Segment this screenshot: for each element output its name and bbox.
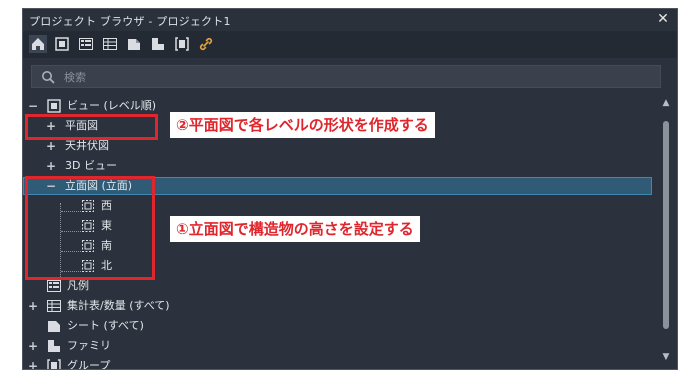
view-frame-icon[interactable]	[53, 35, 71, 53]
tree-label: ファミリ	[67, 339, 111, 352]
sheet-icon[interactable]	[125, 35, 143, 53]
highlight-box-elevations	[25, 176, 155, 280]
family-icon[interactable]	[149, 35, 167, 53]
sheet-icon	[48, 321, 60, 332]
tree-label: シート (すべて)	[67, 319, 144, 332]
tree-label: ビュー (レベル順)	[67, 99, 157, 112]
scroll-down-icon[interactable]: ▼	[659, 351, 673, 363]
tree-label: 集計表/数量 (すべて)	[67, 299, 170, 312]
window-title: プロジェクト ブラウザ - プロジェクト1	[29, 15, 231, 28]
toolbar	[23, 31, 677, 58]
callout-floor-plan: ②平面図で各レベルの形状を作成する	[170, 112, 435, 138]
expand-toggle[interactable]: +	[27, 337, 39, 355]
callout-elevations: ①立面図で構造物の高さを設定する	[170, 216, 420, 242]
group-icon	[47, 359, 61, 369]
vertical-scrollbar[interactable]: ▲ ▼	[659, 95, 673, 365]
view-frame-icon	[47, 99, 61, 113]
tree-label: 3D ビュー	[65, 159, 117, 172]
expand-toggle[interactable]: +	[27, 297, 39, 315]
title-bar[interactable]: プロジェクト ブラウザ - プロジェクト1 ✕	[23, 9, 677, 31]
search-box	[31, 65, 661, 88]
legend-icon	[47, 280, 61, 292]
close-icon[interactable]: ✕	[655, 11, 671, 27]
scroll-thumb[interactable]	[663, 121, 669, 329]
tree-item-groups[interactable]: + グループ	[23, 357, 652, 369]
link-icon[interactable]	[197, 35, 215, 53]
schedule-icon[interactable]	[101, 35, 119, 53]
expand-toggle[interactable]: +	[27, 357, 39, 369]
schedule-icon	[47, 300, 61, 312]
tree-item-sheets[interactable]: シート (すべて)	[23, 317, 652, 335]
group-icon[interactable]	[173, 35, 191, 53]
tree-item-3d-view[interactable]: + 3D ビュー	[23, 157, 652, 175]
legend-icon[interactable]	[77, 35, 95, 53]
home-views-icon[interactable]	[29, 35, 47, 53]
scroll-up-icon[interactable]: ▲	[659, 97, 673, 109]
family-icon	[48, 340, 60, 352]
tree-item-schedules[interactable]: + 集計表/数量 (すべて)	[23, 297, 652, 315]
search-icon	[42, 71, 55, 84]
tree-item-families[interactable]: + ファミリ	[23, 337, 652, 355]
collapse-toggle[interactable]: −	[27, 97, 39, 115]
highlight-box-floor-plan	[25, 114, 158, 140]
search-input[interactable]	[62, 68, 626, 87]
expand-toggle[interactable]: +	[45, 157, 57, 175]
tree-label: グループ	[67, 359, 111, 369]
